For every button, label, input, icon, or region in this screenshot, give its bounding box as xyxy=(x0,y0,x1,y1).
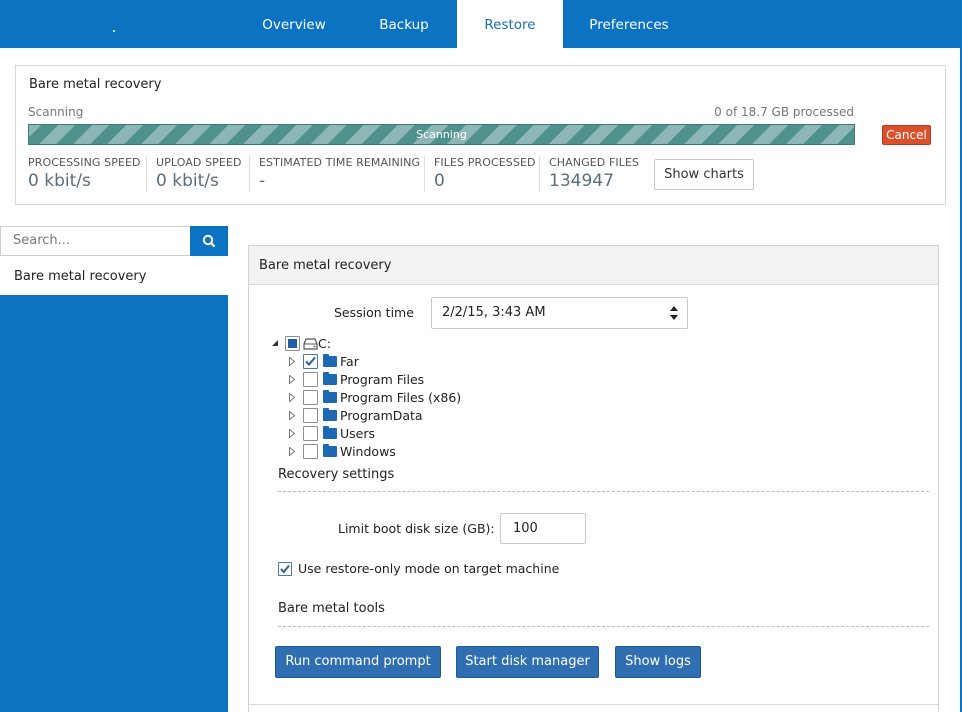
expand-arrow-icon[interactable] xyxy=(289,393,295,402)
session-time-label: Session time xyxy=(334,305,414,320)
stat-label: FILES PROCESSED xyxy=(434,156,536,169)
panel-footer-divider xyxy=(249,704,938,705)
recovery-settings-title: Recovery settings xyxy=(278,467,395,482)
folder-icon xyxy=(323,444,337,457)
collapse-arrow-icon[interactable] xyxy=(271,339,279,347)
run-command-prompt-button[interactable]: Run command prompt xyxy=(275,646,441,678)
restore-only-label: Use restore-only mode on target machine xyxy=(298,561,560,576)
sidebar-background xyxy=(0,295,228,712)
start-disk-manager-button[interactable]: Start disk manager xyxy=(456,646,599,678)
tree-node-label: Program Files (x86) xyxy=(340,390,462,405)
limit-boot-disk-label: Limit boot disk size (GB): xyxy=(338,521,495,536)
sidebar-item-bare-metal-recovery[interactable]: Bare metal recovery xyxy=(0,258,228,295)
select-arrows-icon xyxy=(670,306,678,320)
stat-value: 0 xyxy=(434,171,445,191)
folder-icon xyxy=(323,426,337,439)
programdata-checkbox[interactable] xyxy=(303,408,318,423)
stat-files-processed: FILES PROCESSED 0 xyxy=(424,156,536,192)
restore-only-checkbox[interactable] xyxy=(278,562,292,576)
stat-label: CHANGED FILES xyxy=(549,156,640,169)
stat-value: 0 kbit/s xyxy=(28,171,91,191)
tab-restore[interactable]: Restore xyxy=(457,0,563,48)
folder-icon xyxy=(323,390,337,403)
top-nav-bar: Overview Backup Restore Preferences xyxy=(0,0,960,48)
search-button[interactable] xyxy=(190,226,228,256)
tab-overview[interactable]: Overview xyxy=(240,0,348,48)
stat-upload-speed: UPLOAD SPEED 0 kbit/s xyxy=(146,156,242,192)
restore-panel: Bare metal recovery Session time 2/2/15,… xyxy=(248,245,939,712)
session-time-value: 2/2/15, 3:43 AM xyxy=(442,305,546,320)
section-divider xyxy=(278,626,929,627)
show-logs-button[interactable]: Show logs xyxy=(615,646,701,678)
folder-icon xyxy=(323,408,337,421)
search-input[interactable]: Search... xyxy=(0,226,191,256)
tab-backup[interactable]: Backup xyxy=(352,0,456,48)
tree-node-label: Users xyxy=(340,426,376,441)
stat-time-remaining: ESTIMATED TIME REMAINING - xyxy=(249,156,420,192)
job-state-text: Scanning xyxy=(28,105,84,119)
expand-arrow-icon[interactable] xyxy=(289,375,295,384)
session-time-select[interactable]: 2/2/15, 3:43 AM xyxy=(431,297,688,329)
checkmark-icon xyxy=(280,564,290,574)
folder-icon xyxy=(323,372,337,385)
expand-arrow-icon[interactable] xyxy=(289,429,295,438)
drive-c-checkbox[interactable] xyxy=(285,336,300,351)
panel-title: Bare metal recovery xyxy=(249,246,938,285)
tree-node-label: Program Files xyxy=(340,372,425,387)
expand-arrow-icon[interactable] xyxy=(289,411,295,420)
windows-checkbox[interactable] xyxy=(303,444,318,459)
tree-node-label: C: xyxy=(318,336,331,351)
stat-value: 134947 xyxy=(549,171,614,191)
tree-node-label: ProgramData xyxy=(340,408,423,423)
stat-processing-speed: PROCESSING SPEED 0 kbit/s xyxy=(28,156,141,192)
far-checkbox[interactable] xyxy=(303,354,318,369)
job-title: Bare metal recovery xyxy=(29,77,162,92)
progress-label: Scanning xyxy=(416,128,467,141)
stat-label: ESTIMATED TIME REMAINING xyxy=(259,156,421,169)
program-files-checkbox[interactable] xyxy=(303,372,318,387)
job-status-panel: Bare metal recovery Scanning 0 of 18.7 G… xyxy=(15,65,946,205)
progress-bar: Scanning xyxy=(28,124,855,145)
stat-label: UPLOAD SPEED xyxy=(156,156,242,169)
stat-value: 0 kbit/s xyxy=(156,171,219,191)
stat-value: - xyxy=(259,171,266,191)
processed-amount: 0 of 18.7 GB processed xyxy=(714,105,854,119)
drive-icon xyxy=(303,338,318,350)
expand-arrow-icon[interactable] xyxy=(289,357,295,366)
stat-changed-files: CHANGED FILES 134947 xyxy=(539,156,639,192)
limit-boot-disk-input[interactable]: 100 xyxy=(500,513,586,544)
tree-node-label: Windows xyxy=(340,444,396,459)
users-checkbox[interactable] xyxy=(303,426,318,441)
tab-preferences[interactable]: Preferences xyxy=(566,0,692,48)
show-charts-button[interactable]: Show charts xyxy=(654,159,754,190)
bare-metal-tools-title: Bare metal tools xyxy=(278,601,385,616)
program-files-x86-checkbox[interactable] xyxy=(303,390,318,405)
expand-arrow-icon[interactable] xyxy=(289,447,295,456)
logo-placeholder xyxy=(113,30,115,32)
checkmark-icon xyxy=(305,356,316,366)
stat-label: PROCESSING SPEED xyxy=(28,156,141,169)
folder-icon xyxy=(323,354,337,367)
tree-node-label: Far xyxy=(340,354,359,369)
search-icon xyxy=(202,234,216,248)
cancel-button[interactable]: Cancel xyxy=(882,125,931,145)
section-divider xyxy=(278,491,929,492)
